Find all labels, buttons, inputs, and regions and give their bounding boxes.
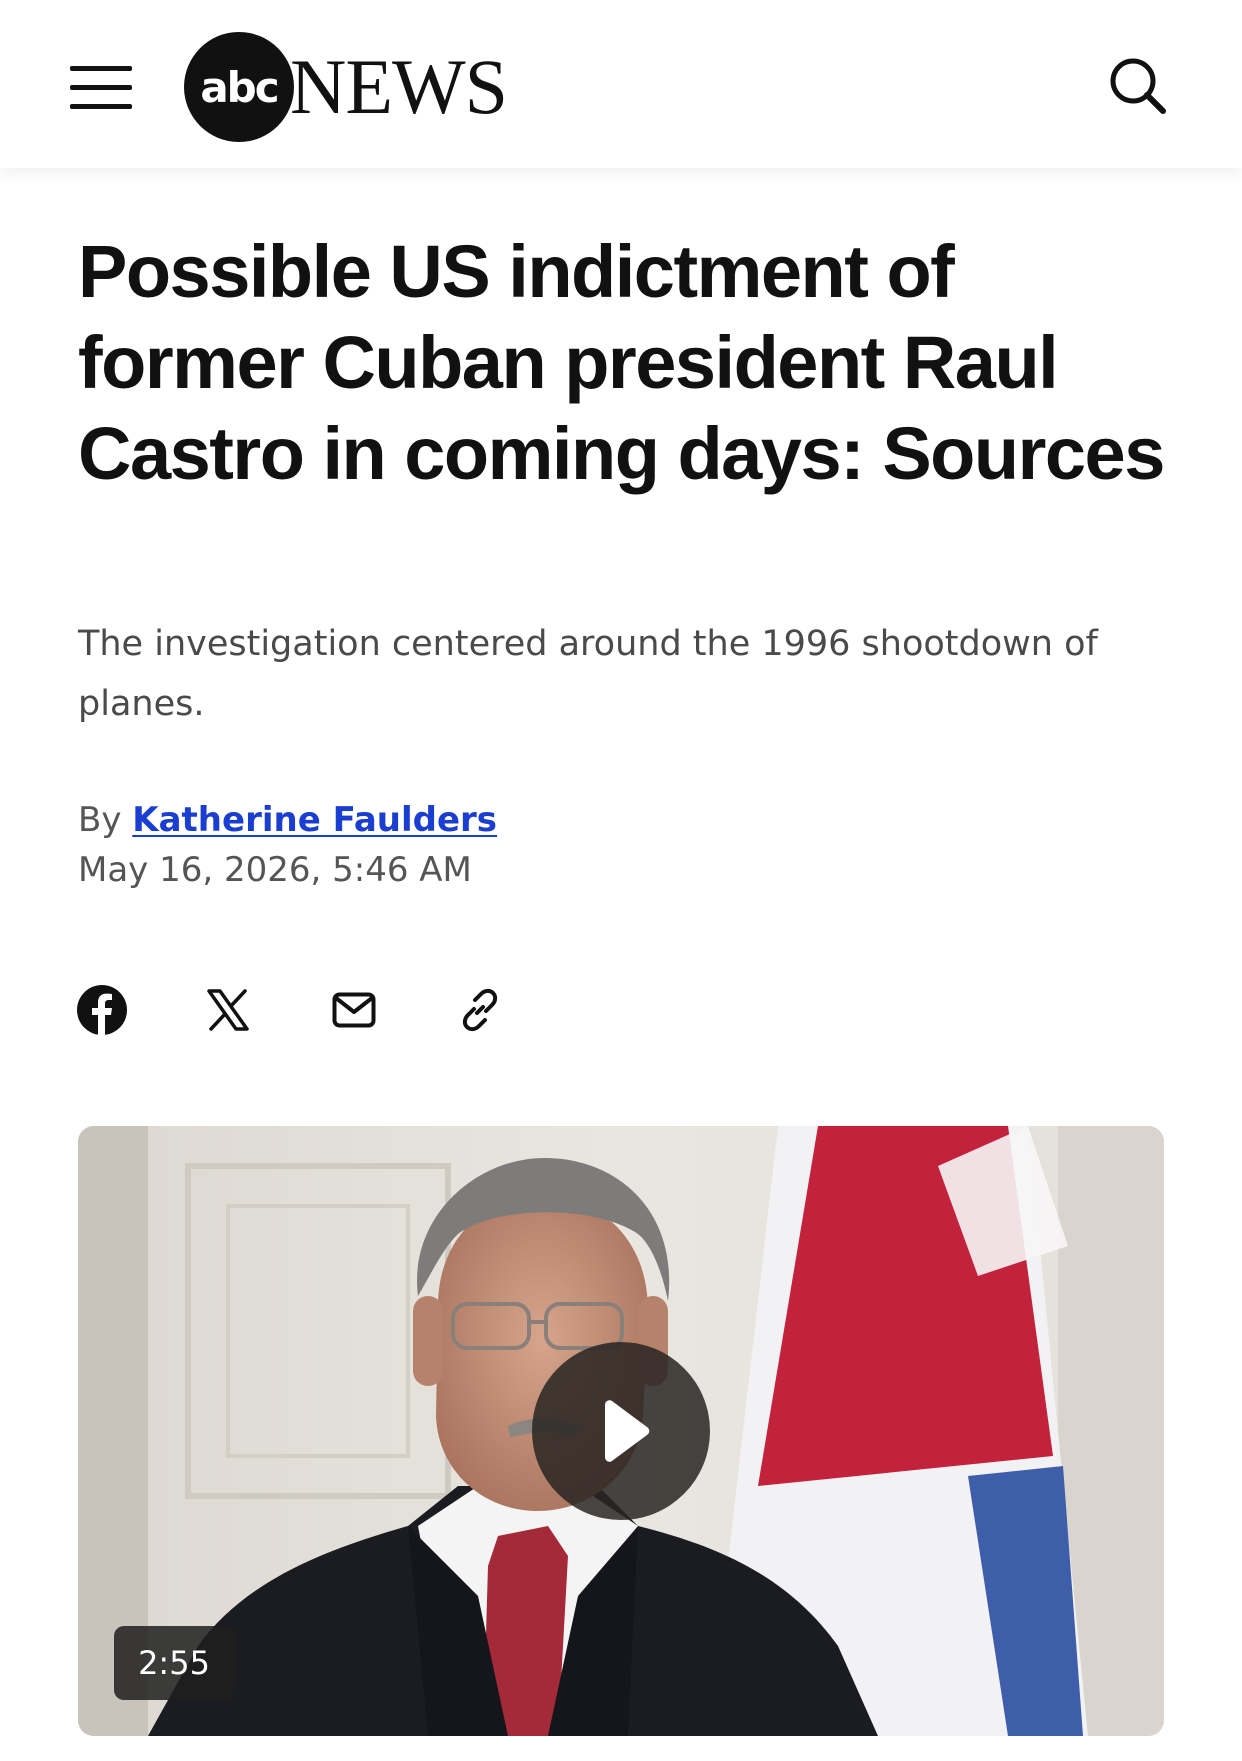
byline: By Katherine Faulders: [78, 800, 497, 840]
byline-prefix: By: [78, 800, 122, 840]
share-facebook-button[interactable]: [74, 982, 130, 1038]
x-icon: [207, 989, 249, 1031]
logo-wordmark: NEWS: [290, 43, 508, 130]
mail-icon: [332, 992, 376, 1028]
site-header: abc NEWS: [0, 0, 1242, 168]
play-icon: [605, 1400, 650, 1462]
video-duration-badge: 2:55: [114, 1626, 234, 1700]
abc-logo-mark: abc: [184, 32, 294, 142]
play-button[interactable]: [532, 1342, 710, 1520]
publish-date: May 16, 2026, 5:46 AM: [78, 850, 472, 890]
search-button[interactable]: [1106, 54, 1170, 118]
share-email-button[interactable]: [326, 982, 382, 1038]
article-headline: Possible US indictment of former Cuban p…: [78, 230, 1165, 495]
video-player[interactable]: 2:55: [78, 1126, 1164, 1736]
abc-news-logo[interactable]: abc NEWS: [184, 32, 508, 142]
hamburger-menu-icon: [70, 66, 132, 71]
author-link[interactable]: Katherine Faulders: [132, 800, 497, 840]
search-icon: [1110, 58, 1166, 114]
share-copy-link-button[interactable]: [452, 982, 508, 1038]
link-icon: [462, 988, 498, 1032]
article-subheadline: The investigation centered around the 19…: [78, 624, 1098, 724]
menu-button[interactable]: [70, 66, 132, 110]
facebook-icon: [77, 985, 127, 1035]
share-x-button[interactable]: [200, 982, 256, 1038]
